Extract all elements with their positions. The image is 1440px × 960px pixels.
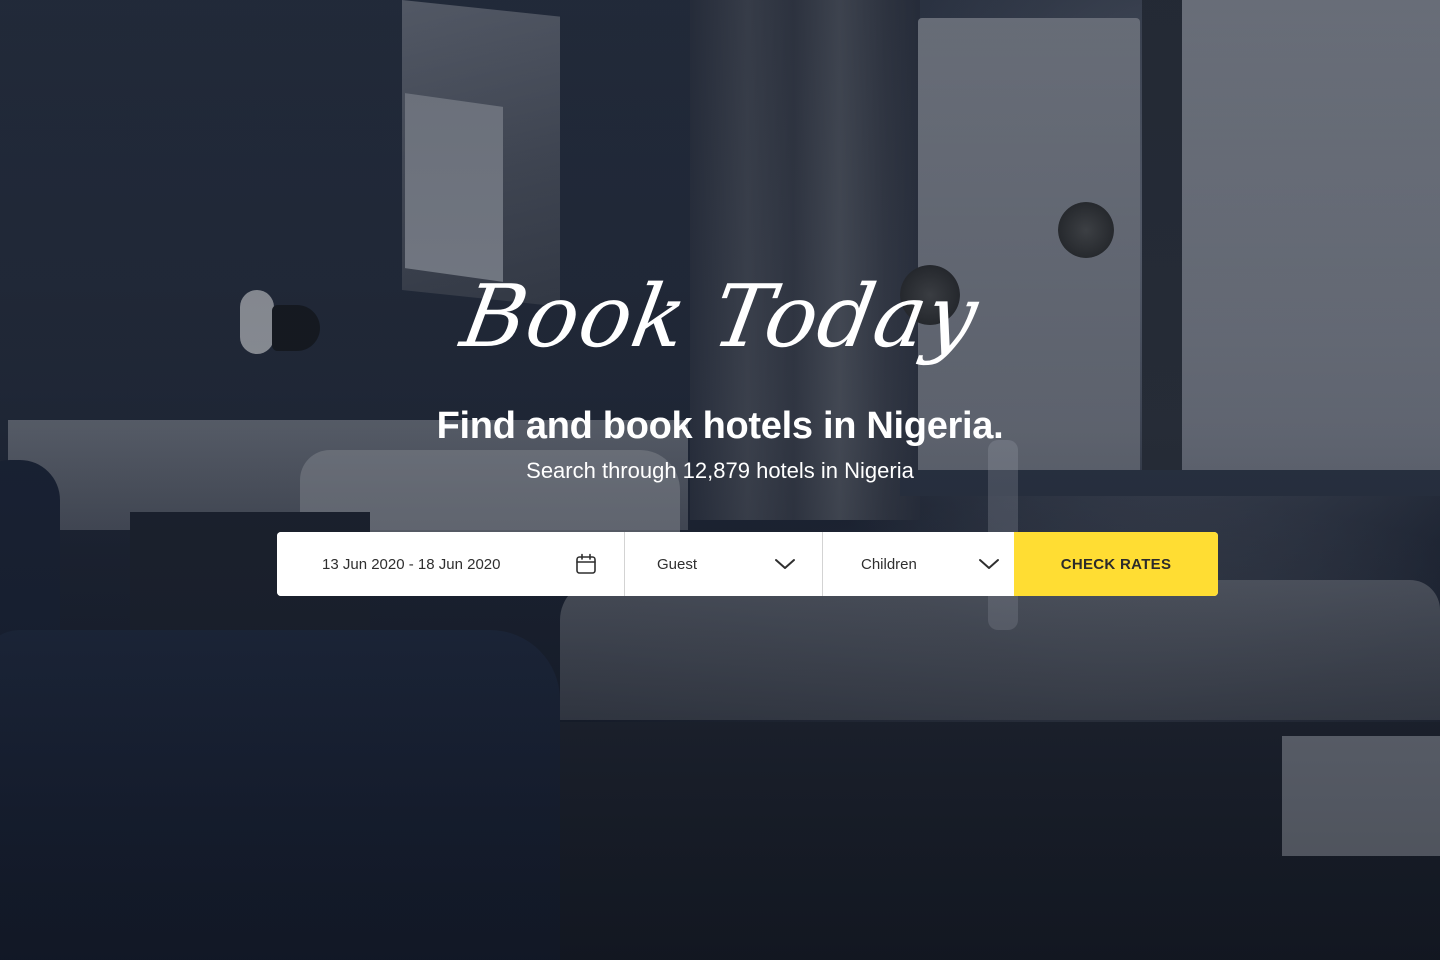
hero-content: Book Today Find and book hotels in Niger… — [0, 0, 1440, 960]
guest-select[interactable]: Guest — [625, 532, 823, 596]
page-headline: Find and book hotels in Nigeria. — [436, 405, 1004, 447]
children-select-label: Children — [861, 555, 917, 573]
children-select[interactable]: Children — [823, 532, 1014, 596]
calendar-icon[interactable] — [574, 552, 598, 576]
hero-section: Book Today Find and book hotels in Niger… — [0, 0, 1440, 960]
chevron-down-icon[interactable] — [978, 554, 1000, 574]
date-range-value: 13 Jun 2020 - 18 Jun 2020 — [322, 555, 501, 573]
script-title: Book Today — [454, 267, 986, 367]
page-subheadline: Search through 12,879 hotels in Nigeria — [526, 458, 914, 483]
chevron-down-icon[interactable] — [774, 554, 796, 574]
date-range-picker[interactable]: 13 Jun 2020 - 18 Jun 2020 — [277, 532, 625, 596]
guest-select-label: Guest — [657, 555, 698, 573]
check-rates-button[interactable]: CHECK RATES — [1014, 532, 1218, 596]
hotel-search-form: 13 Jun 2020 - 18 Jun 2020 Guest Children… — [277, 532, 1218, 596]
